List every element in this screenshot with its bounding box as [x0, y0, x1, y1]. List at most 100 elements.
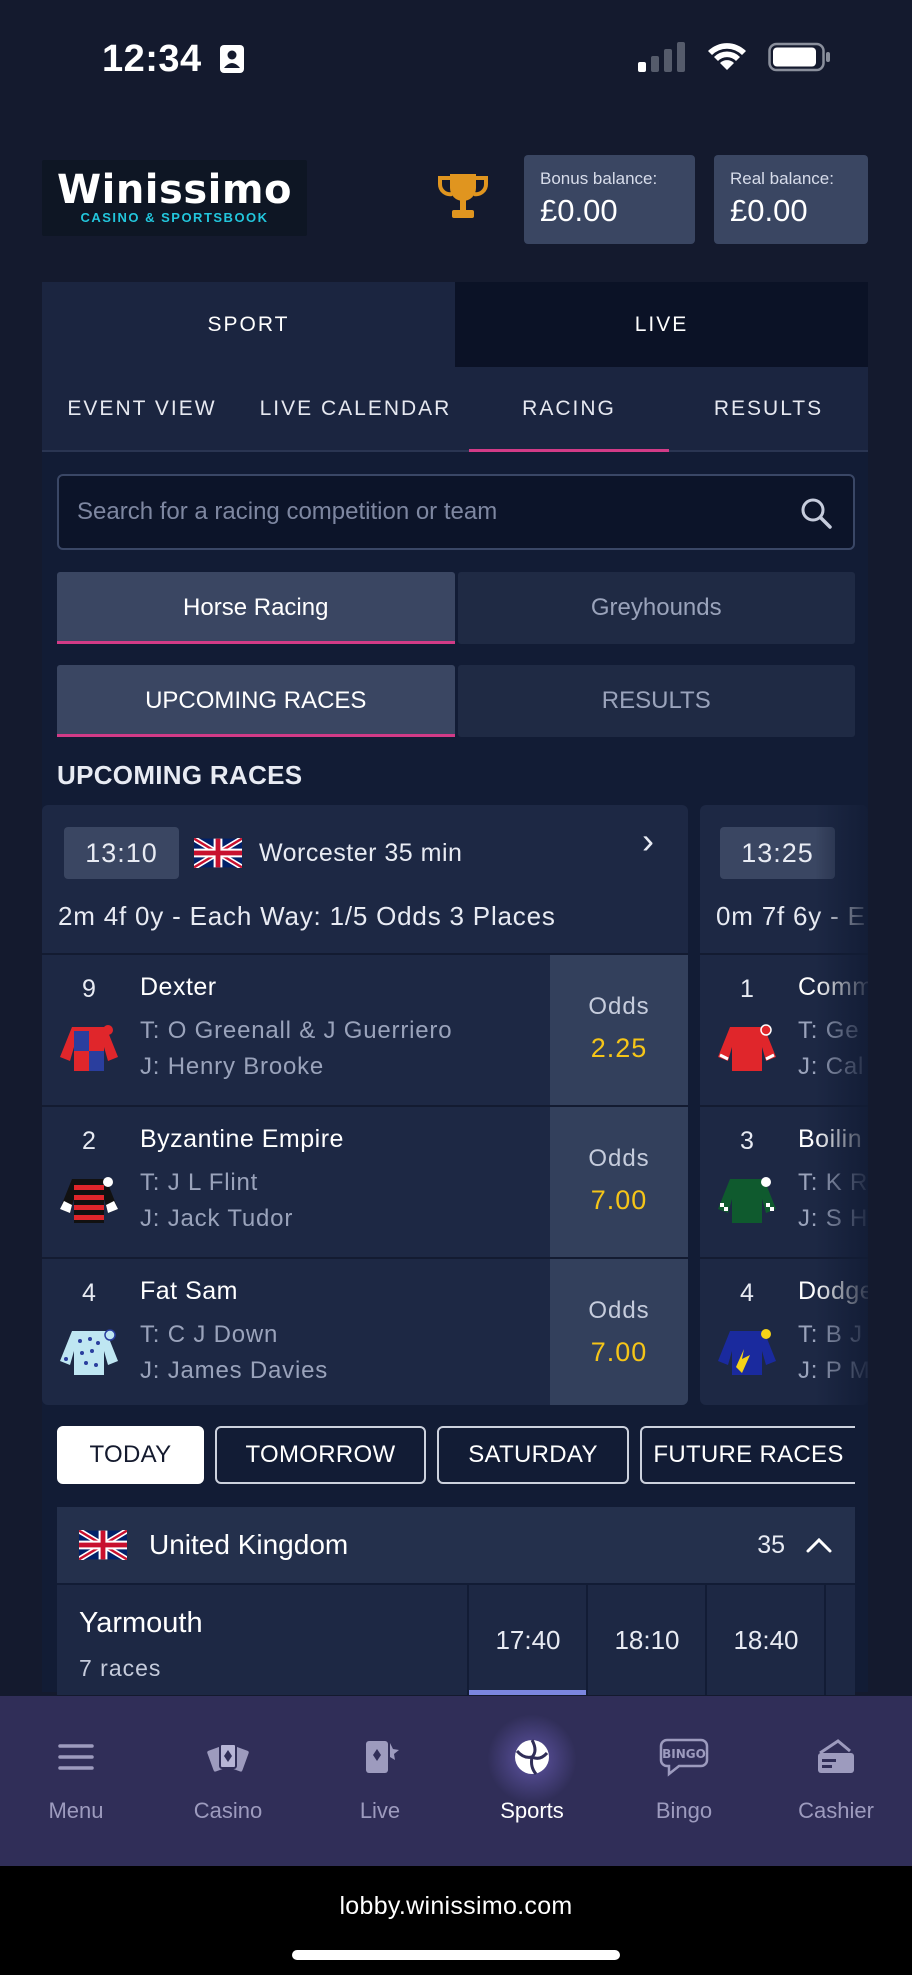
runner-number: 3: [740, 1127, 754, 1155]
odds-label: Odds: [588, 1297, 650, 1324]
runner-row: 4 Fat Sam T: C J Down J: James Davies Od…: [42, 1259, 688, 1405]
selected-indicator: [469, 1690, 587, 1695]
trophy-icon[interactable]: [436, 170, 490, 227]
nav-label: Sports: [500, 1798, 564, 1823]
tab-live-calendar[interactable]: LIVE CALENDAR: [242, 367, 469, 450]
id-card-icon: [219, 45, 244, 73]
bottom-nav: Menu Casino Live Sports BINGO Bingo Cash…: [0, 1696, 912, 1866]
race-time-slot[interactable]: [824, 1585, 855, 1695]
odds-value: 2.25: [590, 1033, 648, 1063]
status-time: 12:34: [102, 38, 245, 81]
race-venue: Worcester 35 min: [259, 839, 463, 867]
nav-sports[interactable]: Sports: [456, 1696, 608, 1866]
section-title: UPCOMING RACES: [57, 760, 303, 790]
battery-icon: [768, 42, 830, 72]
odds-label: Odds: [588, 993, 650, 1020]
chevron-up-icon[interactable]: [805, 1536, 833, 1554]
uk-flag-icon: [194, 838, 242, 868]
runner-number: 4: [740, 1279, 754, 1307]
runner-trainer: T: O Greenall & J Guerriero: [140, 1017, 453, 1044]
results-button[interactable]: RESULTS: [457, 665, 855, 737]
today-button[interactable]: TODAY: [57, 1426, 204, 1484]
race-time-slot[interactable]: 18:10: [586, 1585, 706, 1695]
country-header[interactable]: United Kingdom 35: [57, 1507, 855, 1583]
nav-live[interactable]: Live: [304, 1696, 456, 1866]
search-icon[interactable]: [799, 496, 833, 530]
svg-text:BINGO: BINGO: [662, 1747, 706, 1761]
status-icons: [638, 42, 832, 72]
nav-label: Cashier: [798, 1798, 874, 1823]
tab-event-view[interactable]: EVENT VIEW: [42, 367, 242, 450]
runner-jockey: J: Jack Tudor: [140, 1205, 294, 1232]
runner-number: 4: [82, 1279, 96, 1307]
nav-label: Menu: [48, 1798, 104, 1823]
odds-button[interactable]: Odds 2.25: [550, 955, 688, 1105]
jockey-silks-icon: [718, 1329, 776, 1375]
runner-number: 2: [82, 1127, 96, 1155]
odds-value: 7.00: [590, 1185, 648, 1215]
meeting-name: Yarmouth: [79, 1607, 203, 1639]
jockey-silks-icon: [718, 1024, 776, 1071]
race-card[interactable]: 13:10 Worcester 35 min › 2m 4f 0y - Each…: [42, 805, 688, 1405]
search-placeholder: Search for a racing competition or team: [77, 498, 498, 525]
country-name: United Kingdom: [149, 1529, 349, 1560]
cards-icon: [206, 1734, 250, 1780]
saturday-button[interactable]: SATURDAY: [437, 1426, 629, 1484]
runner-name: Dexter: [140, 973, 217, 1001]
search-input[interactable]: Search for a racing competition or team: [57, 474, 855, 550]
tab-sport[interactable]: SPORT: [42, 282, 455, 367]
race-time-slot[interactable]: 18:40: [705, 1585, 825, 1695]
nav-label: Live: [359, 1798, 401, 1823]
chevron-right-icon[interactable]: ›: [642, 820, 654, 862]
winissimo-logo[interactable]: Winissimo CASINO & SPORTSBOOK: [42, 160, 307, 236]
nav-casino[interactable]: Casino: [152, 1696, 304, 1866]
nav-menu[interactable]: Menu: [0, 1696, 152, 1866]
cashier-icon: [814, 1734, 858, 1780]
tab-results[interactable]: RESULTS: [669, 367, 868, 450]
odds-button[interactable]: Odds 7.00: [550, 1107, 688, 1257]
home-indicator[interactable]: [292, 1950, 620, 1960]
jockey-silks-icon: [60, 1177, 118, 1223]
odds-button[interactable]: Odds 7.00: [550, 1259, 688, 1405]
jockey-silks-icon: [60, 1025, 118, 1071]
sport-toggle: Horse Racing Greyhounds: [57, 572, 855, 644]
nav-label: Bingo: [655, 1798, 713, 1823]
sub-tabs: EVENT VIEW LIVE CALENDAR RACING RESULTS: [42, 367, 868, 452]
country-race-count: 35: [757, 1530, 785, 1559]
nav-bingo[interactable]: BINGO Bingo: [608, 1696, 760, 1866]
wifi-icon: [708, 43, 746, 70]
nav-cashier[interactable]: Cashier: [760, 1696, 912, 1866]
greyhounds-button[interactable]: Greyhounds: [457, 572, 855, 644]
tab-live[interactable]: LIVE: [455, 282, 868, 367]
race-description: 2m 4f 0y - Each Way: 1/5 Odds 3 Places: [58, 901, 556, 931]
bonus-balance[interactable]: Bonus balance: £0.00: [524, 155, 695, 244]
upcoming-races-button[interactable]: UPCOMING RACES: [57, 665, 455, 737]
runner-trainer: T: C J Down: [140, 1321, 279, 1348]
bonus-balance-label: Bonus balance:: [540, 169, 658, 188]
meeting-row[interactable]: Yarmouth 7 races 17:40 18:10 18:40: [57, 1585, 855, 1695]
jockey-silks-icon: [718, 1177, 776, 1223]
runner-jockey: J: Henry Brooke: [140, 1053, 325, 1080]
race-time-slot-label: 17:40: [495, 1624, 561, 1655]
runner-number: 9: [82, 975, 96, 1003]
runner-row: 9 Dexter T: O Greenall & J Guerriero J: …: [42, 955, 688, 1107]
uk-flag-icon: [79, 1530, 127, 1560]
runner-name: Byzantine Empire: [140, 1125, 344, 1153]
logo-subtext: CASINO & SPORTSBOOK: [80, 210, 269, 225]
ball-icon: [512, 1734, 552, 1780]
tomorrow-button[interactable]: TOMORROW: [215, 1426, 426, 1484]
url-label[interactable]: lobby.winissimo.com: [0, 1892, 912, 1921]
tab-racing[interactable]: RACING: [469, 367, 669, 452]
future-races-button[interactable]: FUTURE RACES: [640, 1426, 855, 1484]
real-balance[interactable]: Real balance: £0.00: [714, 155, 868, 244]
view-toggle: UPCOMING RACES RESULTS: [57, 665, 855, 737]
race-time-slot[interactable]: 17:40: [467, 1585, 587, 1695]
main-tabs: SPORT LIVE: [42, 282, 868, 367]
race-header[interactable]: 13:10 Worcester 35 min › 2m 4f 0y - Each…: [42, 805, 688, 955]
signal-icon: [638, 42, 685, 72]
live-cards-icon: [360, 1734, 400, 1780]
race-time: 13:10: [64, 827, 179, 879]
meeting-race-count: 7 races: [79, 1655, 162, 1681]
clock: 12:34: [102, 38, 202, 80]
horse-racing-button[interactable]: Horse Racing: [57, 572, 455, 644]
